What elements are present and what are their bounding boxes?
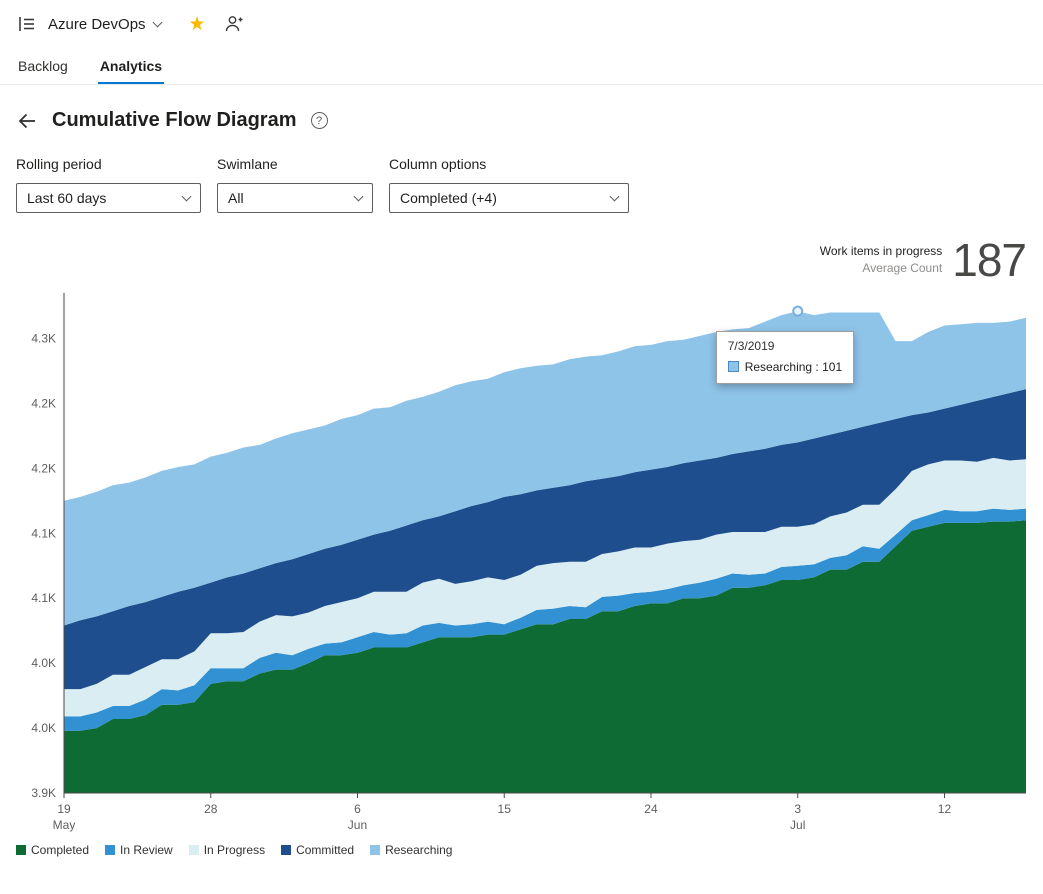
committed-swatch: [281, 845, 291, 855]
svg-text:Jul: Jul: [790, 818, 805, 832]
column-options-dropdown[interactable]: Completed (+4): [389, 183, 629, 213]
svg-text:4.1K: 4.1K: [31, 526, 56, 540]
svg-text:19: 19: [57, 802, 71, 816]
tooltip-series-swatch: [728, 361, 739, 372]
legend-item-researching[interactable]: Researching: [370, 843, 452, 857]
svg-text:4.2K: 4.2K: [31, 396, 56, 410]
svg-text:24: 24: [644, 802, 658, 816]
app-root: Azure DevOps ★ Backlog Analytics Cumulat…: [0, 0, 1043, 869]
stats-subtitle: Average Count: [820, 261, 942, 275]
svg-text:3.9K: 3.9K: [31, 786, 56, 800]
page-title: Cumulative Flow Diagram: [52, 109, 297, 132]
legend-label: Committed: [296, 843, 354, 857]
svg-text:12: 12: [938, 802, 952, 816]
svg-text:6: 6: [354, 802, 361, 816]
swimlane-label: Swimlane: [217, 156, 373, 172]
chevron-down-icon: [610, 191, 620, 201]
swimlane-value: All: [228, 190, 244, 206]
researching-swatch: [370, 845, 380, 855]
page-header: Cumulative Flow Diagram ?: [0, 85, 1043, 132]
column-options-value: Completed (+4): [400, 190, 497, 206]
stats-title: Work items in progress: [820, 244, 942, 258]
svg-text:4.0K: 4.0K: [31, 721, 56, 735]
in-review-swatch: [105, 845, 115, 855]
chart-card: Work items in progress Average Count 187…: [16, 229, 1026, 869]
legend-item-completed[interactable]: Completed: [16, 843, 89, 857]
tab-bar: Backlog Analytics: [0, 48, 1043, 85]
org-switcher[interactable]: Azure DevOps: [48, 16, 161, 33]
tooltip-date: 7/3/2019: [728, 339, 842, 353]
stats-block: Work items in progress Average Count 187: [16, 229, 1026, 283]
back-button[interactable]: [16, 110, 38, 132]
legend-item-committed[interactable]: Committed: [281, 843, 354, 857]
svg-text:May: May: [53, 818, 76, 832]
favorite-star-icon[interactable]: ★: [189, 15, 206, 34]
legend-item-in-progress[interactable]: In Progress: [189, 843, 265, 857]
filter-bar: Rolling period Last 60 days Swimlane All…: [0, 132, 1043, 213]
legend-label: Researching: [385, 843, 452, 857]
rolling-period-value: Last 60 days: [27, 190, 106, 206]
svg-text:4.3K: 4.3K: [31, 331, 56, 345]
chevron-down-icon: [354, 191, 364, 201]
top-bar: Azure DevOps ★: [0, 0, 1043, 48]
help-icon[interactable]: ?: [311, 112, 328, 129]
chevron-down-icon: [182, 191, 192, 201]
svg-text:4.0K: 4.0K: [31, 656, 56, 670]
chevron-down-icon: [152, 17, 162, 27]
in-progress-swatch: [189, 845, 199, 855]
rolling-period-dropdown[interactable]: Last 60 days: [16, 183, 201, 213]
legend-label: In Review: [120, 843, 173, 857]
stats-value: 187: [952, 239, 1026, 283]
chart-legend: Completed In Review In Progress Committe…: [16, 835, 1026, 869]
cumulative-flow-chart[interactable]: 3.9K 4.0K 4.0K 4.1K 4.1K 4.2K 4.2K 4.3K 19 May 28 6…: [16, 285, 1026, 835]
user-icon[interactable]: [224, 14, 244, 34]
chart-canvas[interactable]: 3.9K 4.0K 4.0K 4.1K 4.1K 4.2K 4.2K 4.3K 19 May 28 6…: [16, 285, 1026, 835]
svg-text:28: 28: [204, 802, 218, 816]
svg-text:4.1K: 4.1K: [31, 591, 56, 605]
tab-backlog[interactable]: Backlog: [16, 48, 70, 84]
tooltip-label: Researching : 101: [745, 360, 842, 374]
legend-label: In Progress: [204, 843, 265, 857]
column-options-label: Column options: [389, 156, 629, 172]
completed-swatch: [16, 845, 26, 855]
svg-text:4.2K: 4.2K: [31, 461, 56, 475]
legend-item-in-review[interactable]: In Review: [105, 843, 173, 857]
filter-swimlane: Swimlane All: [217, 156, 373, 213]
legend-label: Completed: [31, 843, 89, 857]
filter-column-options: Column options Completed (+4): [389, 156, 629, 213]
filter-rolling-period: Rolling period Last 60 days: [16, 156, 201, 213]
tab-analytics[interactable]: Analytics: [98, 48, 164, 84]
swimlane-dropdown[interactable]: All: [217, 183, 373, 213]
svg-text:15: 15: [498, 802, 512, 816]
svg-text:Jun: Jun: [348, 818, 367, 832]
chart-tooltip: 7/3/2019 Researching : 101: [716, 331, 854, 384]
rolling-period-label: Rolling period: [16, 156, 201, 172]
svg-text:3: 3: [794, 802, 801, 816]
product-name: Azure DevOps: [48, 16, 146, 33]
collection-list-icon[interactable]: [16, 13, 38, 35]
